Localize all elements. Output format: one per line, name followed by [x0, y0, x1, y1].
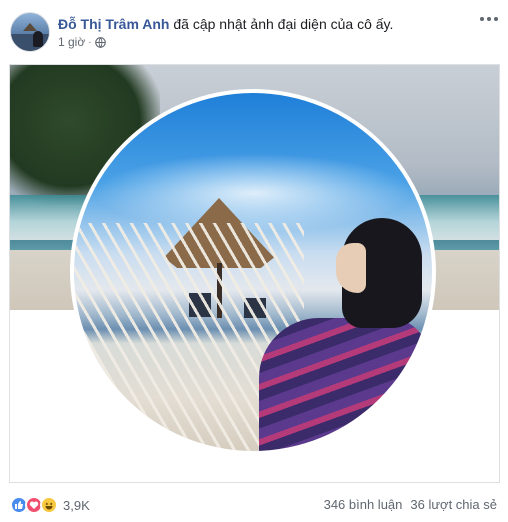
- meta-separator: ·: [88, 36, 92, 48]
- dot-icon: [487, 17, 491, 21]
- author-avatar[interactable]: [10, 12, 50, 52]
- reactions-summary[interactable]: 3,9K: [10, 496, 90, 514]
- woman-face: [336, 243, 366, 293]
- more-options-icon[interactable]: [480, 14, 498, 24]
- reaction-count[interactable]: 3,9K: [63, 498, 90, 513]
- haha-icon: [40, 496, 58, 514]
- shares-count-link[interactable]: 36 lượt chia sẻ: [410, 497, 497, 512]
- profile-picture: [74, 93, 432, 451]
- woman-shawl: [259, 318, 429, 451]
- post-timestamp[interactable]: 1 giờ: [58, 35, 85, 49]
- globe-icon[interactable]: [94, 36, 106, 48]
- dot-icon: [494, 17, 498, 21]
- post-meta: 1 giờ ·: [58, 35, 106, 49]
- profile-picture-ring[interactable]: [70, 89, 436, 455]
- post-action-text: đã cập nhật ảnh đại diện của cô ấy.: [173, 16, 394, 32]
- avatar-sea: [11, 33, 49, 51]
- feed-post: Đỗ Thị Trâm Anh đã cập nhật ảnh đại diện…: [0, 0, 508, 522]
- engagement-stats: 346 bình luận 36 lượt chia sẻ: [324, 497, 497, 512]
- comments-count-link[interactable]: 346 bình luận: [324, 497, 403, 512]
- profile-photo-frame[interactable]: [9, 64, 500, 483]
- avatar-umbrella: [23, 23, 37, 31]
- avatar-person: [33, 31, 43, 47]
- post-header: Đỗ Thị Trâm Anh đã cập nhật ảnh đại diện…: [58, 15, 458, 33]
- author-name-link[interactable]: Đỗ Thị Trâm Anh: [58, 16, 169, 32]
- dot-icon: [480, 17, 484, 21]
